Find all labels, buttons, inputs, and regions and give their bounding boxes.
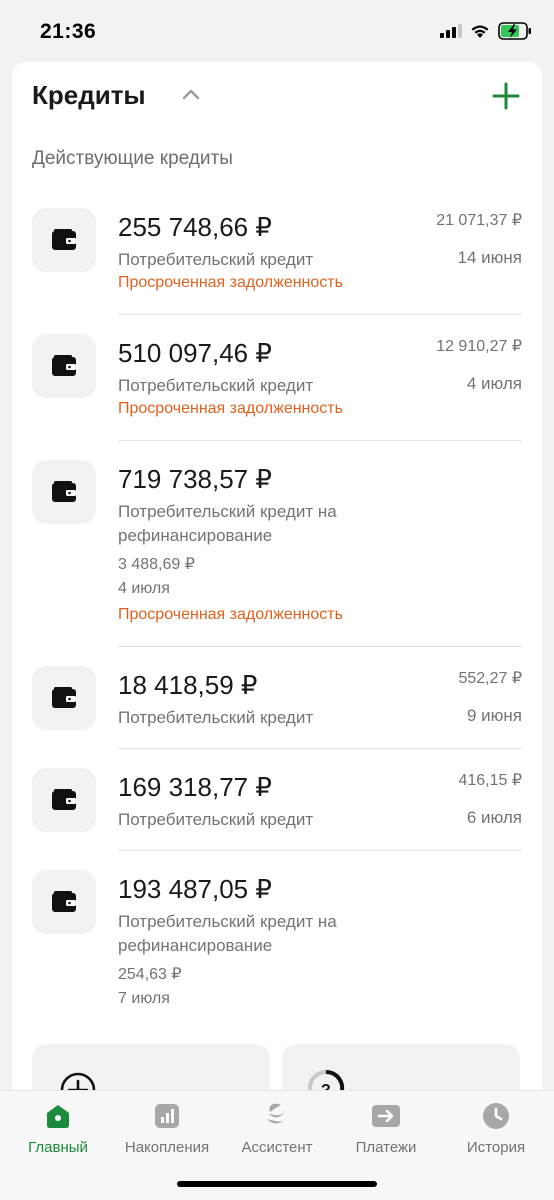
clock-icon bbox=[483, 1103, 509, 1129]
loan-amount: 18 418,59 ₽ bbox=[118, 670, 258, 700]
loan-type: Потребительский кредит на рефинансирован… bbox=[118, 502, 337, 545]
divider bbox=[118, 440, 522, 441]
wallet-icon bbox=[32, 208, 96, 272]
loan-payment: 3 488,69 ₽ bbox=[118, 556, 195, 573]
status-bar: 21:36 bbox=[0, 0, 554, 62]
overdue-label: Просроченная задолженность bbox=[118, 606, 343, 623]
transfer-icon bbox=[372, 1105, 400, 1127]
wallet-icon bbox=[32, 666, 96, 730]
assistant-icon bbox=[267, 1103, 287, 1124]
home-indicator bbox=[177, 1181, 377, 1187]
loan-payment: 552,27 ₽ bbox=[458, 670, 522, 687]
loan-payment: 12 910,27 ₽ bbox=[436, 338, 522, 355]
active-credits-subtitle: Действующие кредиты bbox=[32, 148, 233, 169]
wallet-icon bbox=[32, 334, 96, 398]
loan-date: 7 июля bbox=[118, 990, 170, 1007]
loan-payment: 416,15 ₽ bbox=[458, 772, 522, 789]
chevron-up-icon[interactable] bbox=[182, 88, 200, 100]
loan-payment: 254,63 ₽ bbox=[118, 966, 182, 983]
tab-assistant[interactable]: Ассистент bbox=[222, 1101, 332, 1156]
add-icon[interactable] bbox=[490, 80, 522, 112]
battery-icon bbox=[498, 22, 531, 40]
loan-item[interactable]: 255 748,66 ₽ Потребительский кредит Прос… bbox=[32, 208, 522, 308]
loan-item[interactable]: 719 738,57 ₽ Потребительский кредит на р… bbox=[32, 460, 522, 640]
credits-card: Кредиты Действующие кредиты 255 748,66 ₽… bbox=[12, 62, 542, 1142]
loan-amount: 193 487,05 ₽ bbox=[118, 874, 272, 904]
section-title: Кредиты bbox=[32, 80, 146, 110]
credits-header[interactable]: Кредиты bbox=[32, 76, 522, 116]
wallet-icon bbox=[32, 460, 96, 524]
loan-date: 6 июля bbox=[466, 808, 522, 827]
overdue-label: Просроченная задолженность bbox=[118, 274, 343, 291]
loan-item[interactable]: 18 418,59 ₽ Потребительский кредит 552,2… bbox=[32, 666, 522, 742]
status-time: 21:36 bbox=[40, 20, 97, 43]
tab-history[interactable]: История bbox=[441, 1101, 551, 1156]
tab-label: Главный bbox=[28, 1139, 88, 1156]
loan-amount: 510 097,46 ₽ bbox=[118, 338, 272, 368]
wifi-icon bbox=[471, 25, 489, 38]
loan-payment: 21 071,37 ₽ bbox=[436, 212, 522, 229]
loan-amount: 719 738,57 ₽ bbox=[118, 464, 272, 494]
loan-type: Потребительский кредит на рефинансирован… bbox=[118, 912, 337, 955]
loan-item[interactable]: 193 487,05 ₽ Потребительский кредит на р… bbox=[32, 870, 522, 1020]
chart-icon bbox=[155, 1104, 179, 1128]
signal-icon bbox=[440, 24, 462, 38]
divider bbox=[118, 748, 522, 749]
tab-payments[interactable]: Платежи bbox=[331, 1101, 441, 1156]
tab-home[interactable]: Главный bbox=[3, 1101, 113, 1156]
loan-type: Потребительский кредит bbox=[118, 250, 314, 269]
loan-date: 4 июля bbox=[466, 374, 522, 393]
tab-savings[interactable]: Накопления bbox=[112, 1101, 222, 1156]
divider bbox=[118, 314, 522, 315]
wallet-icon bbox=[32, 870, 96, 934]
home-icon bbox=[47, 1105, 69, 1128]
tab-label: История bbox=[466, 1139, 526, 1156]
loan-type: Потребительский кредит bbox=[118, 810, 314, 829]
loan-item[interactable]: 510 097,46 ₽ Потребительский кредит Прос… bbox=[32, 334, 522, 434]
loan-date: 4 июля bbox=[118, 580, 170, 597]
tab-label: Ассистент bbox=[241, 1139, 313, 1156]
divider bbox=[118, 850, 522, 851]
loan-type: Потребительский кредит bbox=[118, 708, 314, 727]
loan-date: 9 июня bbox=[466, 706, 522, 725]
status-icons bbox=[440, 22, 532, 40]
loan-item[interactable]: 169 318,77 ₽ Потребительский кредит 416,… bbox=[32, 768, 522, 844]
loan-date: 14 июня bbox=[457, 248, 522, 267]
wallet-icon bbox=[32, 768, 96, 832]
tab-label: Платежи bbox=[355, 1139, 417, 1156]
loan-type: Потребительский кредит bbox=[118, 376, 314, 395]
overdue-label: Просроченная задолженность bbox=[118, 400, 343, 417]
loan-amount: 169 318,77 ₽ bbox=[118, 772, 272, 802]
divider bbox=[118, 646, 522, 647]
loan-amount: 255 748,66 ₽ bbox=[118, 212, 272, 242]
tab-label: Накопления bbox=[124, 1139, 210, 1156]
